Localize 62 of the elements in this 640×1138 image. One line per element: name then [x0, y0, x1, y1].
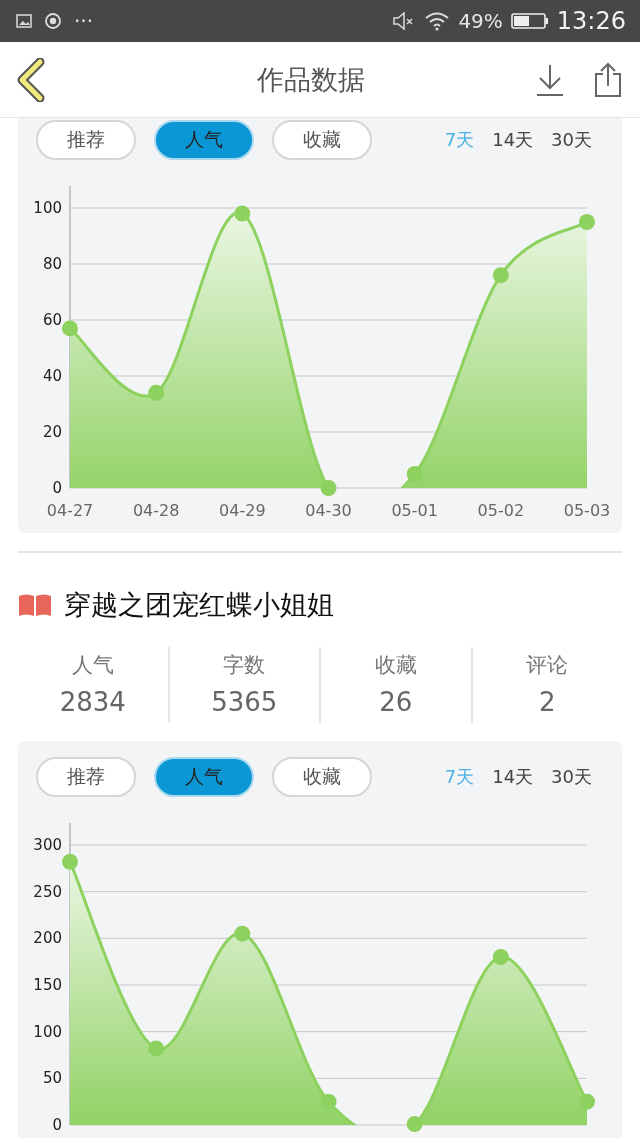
more-indicator: ···: [74, 9, 94, 33]
data-point: [406, 1116, 423, 1133]
y-tick-label: 0: [52, 1116, 62, 1134]
x-tick-label: 05-02: [477, 501, 525, 520]
x-tick-label: 04-29: [219, 501, 266, 520]
metric-tab[interactable]: 收藏: [272, 757, 372, 797]
y-tick-label: 50: [42, 1069, 62, 1088]
y-tick-label: 40: [42, 367, 62, 385]
data-point: [320, 1093, 337, 1110]
data-point: [406, 466, 423, 482]
y-tick-label: 0: [52, 479, 62, 497]
metric-tab[interactable]: 推荐: [36, 757, 136, 797]
clock: 13:26: [556, 7, 626, 35]
y-tick-label: 60: [42, 311, 62, 329]
y-tick-label: 100: [33, 1022, 62, 1041]
range-tab[interactable]: 14天: [492, 128, 534, 152]
book-icon: [18, 593, 52, 617]
stat-value: 5365: [211, 687, 278, 717]
book-title: 穿越之团宠红蝶小姐姐: [64, 588, 334, 622]
y-tick-label: 100: [33, 199, 62, 217]
stat-label: 收藏: [374, 652, 417, 679]
x-tick-label: 04-28: [132, 501, 180, 520]
y-tick-label: 200: [33, 929, 62, 948]
page-title: 作品数据: [256, 62, 366, 97]
data-point: [492, 949, 509, 965]
range-tab[interactable]: 30天: [551, 765, 592, 789]
data-point: [148, 1040, 165, 1057]
stat-value: 2834: [59, 687, 126, 717]
data-point: [148, 384, 165, 401]
y-tick-label: 20: [42, 423, 62, 441]
y-tick-label: 250: [33, 882, 62, 901]
stat-label: 字数: [223, 652, 266, 679]
range-tab[interactable]: 14天: [492, 765, 534, 789]
metric-tab[interactable]: 收藏: [272, 120, 372, 160]
x-tick-label: 04-27: [46, 501, 94, 520]
data-point: [492, 267, 509, 284]
data-point: [234, 205, 251, 222]
y-tick-label: 300: [33, 836, 62, 854]
range-tab[interactable]: 30天: [551, 128, 592, 152]
metric-tab[interactable]: 人气: [154, 120, 254, 160]
metric-tab[interactable]: 人气: [154, 757, 254, 797]
data-point: [62, 853, 78, 870]
y-tick-label: 80: [42, 255, 62, 273]
stat-value: 26: [379, 687, 413, 717]
y-tick-label: 150: [33, 976, 62, 994]
x-tick-label: 05-03: [563, 501, 611, 520]
data-point: [579, 1093, 595, 1110]
data-point: [62, 320, 78, 337]
record-icon: [44, 12, 62, 30]
battery-percent: 49%: [458, 9, 503, 33]
data-point: [234, 925, 251, 942]
battery-icon: [510, 12, 549, 30]
x-tick-label: 05-01: [391, 501, 438, 520]
stat-label: 评论: [526, 652, 569, 679]
wifi-icon: [424, 11, 451, 31]
data-point: [579, 214, 595, 230]
stat-label: 人气: [71, 652, 114, 679]
data-point: [320, 480, 337, 496]
x-tick-label: 04-30: [305, 501, 352, 520]
image-icon: [16, 14, 32, 28]
metric-tab[interactable]: 推荐: [36, 120, 136, 160]
stat-value: 2: [538, 687, 556, 717]
